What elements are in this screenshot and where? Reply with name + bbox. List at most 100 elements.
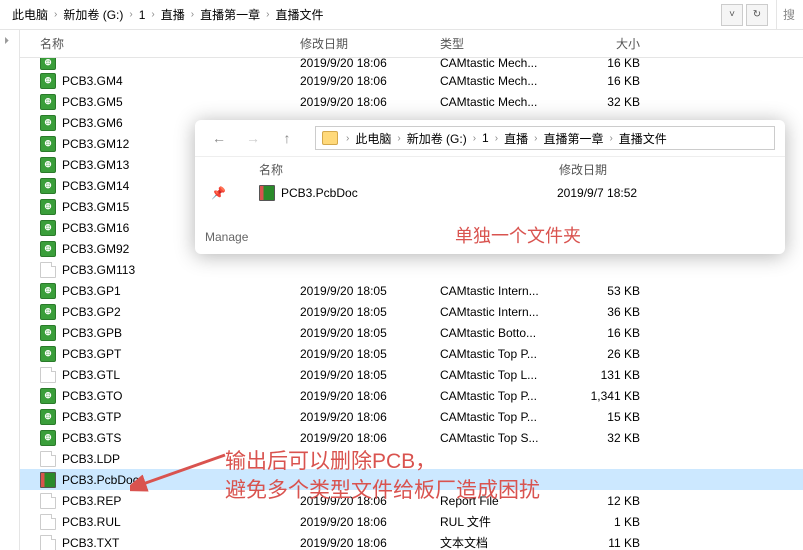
chevron-right-icon[interactable]: › <box>127 9 134 20</box>
file-row[interactable]: ⊕PCB3.GPB2019/9/20 18:05CAMtastic Botto.… <box>20 322 803 343</box>
file-type: CAMtastic Intern... <box>440 284 570 298</box>
file-icon: ⊕ <box>40 388 56 404</box>
file-date: 2019/9/20 18:06 <box>300 74 440 88</box>
tree-gutter[interactable] <box>0 30 20 550</box>
file-icon: ⊕ <box>40 178 56 194</box>
folder-icon <box>322 131 338 145</box>
file-type: CAMtastic Top P... <box>440 389 570 403</box>
chevron-right-icon[interactable]: › <box>52 9 59 20</box>
file-row[interactable]: PCB3.GM113 <box>20 259 803 280</box>
file-icon <box>40 514 56 530</box>
file-icon: ⊕ <box>40 58 56 70</box>
pin-icon[interactable]: 📌 <box>211 186 226 200</box>
nav-forward-button[interactable]: → <box>239 126 267 150</box>
file-icon: ⊕ <box>40 241 56 257</box>
file-size: 36 KB <box>570 305 650 319</box>
breadcrumb-item[interactable]: 此电脑 <box>8 6 52 23</box>
file-icon: ⊕ <box>40 304 56 320</box>
file-icon <box>40 262 56 278</box>
breadcrumb-item[interactable]: 直播第一章 <box>196 6 264 23</box>
file-row[interactable]: ⊕ PCB3.GM52019/9/20 18:06CAMtastic Mech..… <box>20 91 803 112</box>
file-icon <box>40 535 56 550</box>
file-row[interactable]: ⊕PCB3.GP12019/9/20 18:05CAMtastic Intern… <box>20 280 803 301</box>
file-name: PCB3.GM5 <box>62 95 300 109</box>
file-type: CAMtastic Mech... <box>440 74 570 88</box>
file-icon: ⊕ <box>40 94 56 110</box>
file-size: 26 KB <box>570 347 650 361</box>
file-row[interactable]: ⊕PCB3.GP22019/9/20 18:05CAMtastic Intern… <box>20 301 803 322</box>
overlay-col-date[interactable]: 修改日期 <box>559 161 679 178</box>
chevron-right-icon[interactable]: › <box>189 9 196 20</box>
file-size: 15 KB <box>570 410 650 424</box>
file-type: CAMtastic Top P... <box>440 410 570 424</box>
file-row[interactable]: ⊕PCB3.GTO2019/9/20 18:06CAMtastic Top P.… <box>20 385 803 406</box>
file-date: 2019/9/20 18:06 <box>300 536 440 550</box>
file-name: PCB3.GM4 <box>62 74 300 88</box>
file-size: 131 KB <box>570 368 650 382</box>
column-type[interactable]: 类型 <box>440 35 570 52</box>
search-hint[interactable]: 搜 <box>776 0 795 29</box>
chevron-right-icon[interactable]: › <box>149 9 156 20</box>
column-name[interactable]: 名称 <box>40 35 300 52</box>
file-type: CAMtastic Top P... <box>440 347 570 361</box>
file-icon: ⊕ <box>40 346 56 362</box>
chevron-right-icon[interactable]: › <box>264 9 271 20</box>
file-date: 2019/9/20 18:05 <box>300 347 440 361</box>
file-date: 2019/9/20 18:06 <box>300 410 440 424</box>
file-icon <box>40 451 56 467</box>
file-name: PCB3.GTP <box>62 410 300 424</box>
annotation-folder: 单独一个文件夹 <box>455 222 581 248</box>
breadcrumb: 此电脑 › 新加卷 (G:) › 1 › 直播 › 直播第一章 › 直播文件 ˅… <box>0 0 803 30</box>
file-name: PCB3.GM113 <box>62 263 300 277</box>
file-name: PCB3.TXT <box>62 536 300 550</box>
file-row[interactable]: ⊕PCB3.GPT2019/9/20 18:05CAMtastic Top P.… <box>20 343 803 364</box>
nav-back-button[interactable]: ← <box>205 126 233 150</box>
file-name: PCB3.RUL <box>62 515 300 529</box>
file-icon: ⊕ <box>40 283 56 299</box>
file-row[interactable]: PCB3.TXT2019/9/20 18:06文本文档11 KB <box>20 532 803 550</box>
file-row[interactable]: PCB3.GTL2019/9/20 18:05CAMtastic Top L..… <box>20 364 803 385</box>
file-date: 2019/9/20 18:06 <box>300 95 440 109</box>
overlay-col-name[interactable]: 名称 <box>259 161 559 178</box>
breadcrumb-item[interactable]: 1 <box>135 8 150 22</box>
column-size[interactable]: 大小 <box>570 35 650 52</box>
file-size: 1 KB <box>570 515 650 529</box>
overlay-breadcrumb[interactable]: › 此电脑› 新加卷 (G:)› 1› 直播› 直播第一章› 直播文件 <box>315 126 775 150</box>
file-row[interactable]: ⊕PCB3.GTP2019/9/20 18:06CAMtastic Top P.… <box>20 406 803 427</box>
file-date: 2019/9/20 18:06 <box>300 389 440 403</box>
file-size: 53 KB <box>570 284 650 298</box>
file-date: 2019/9/20 18:05 <box>300 368 440 382</box>
nav-up-button[interactable]: ↑ <box>273 126 301 150</box>
column-date[interactable]: 修改日期 <box>300 35 440 52</box>
file-date: 2019/9/20 18:05 <box>300 326 440 340</box>
file-icon: ⊕ <box>40 430 56 446</box>
breadcrumb-item[interactable]: 直播 <box>157 6 189 23</box>
manage-label: Manage <box>205 230 248 244</box>
file-type: CAMtastic Mech... <box>440 95 570 109</box>
file-name: PCB3.GPB <box>62 326 300 340</box>
dropdown-button[interactable]: ˅ <box>721 4 743 26</box>
overlay-file-date: 2019/9/7 18:52 <box>557 186 637 200</box>
breadcrumb-item[interactable]: 新加卷 (G:) <box>59 6 127 23</box>
file-date: 2019/9/20 18:06 <box>300 515 440 529</box>
overlay-file-row[interactable]: 📌 PCB3.PcbDoc 2019/9/7 18:52 <box>195 182 785 204</box>
file-icon: ⊕ <box>40 325 56 341</box>
annotation-main: 输出后可以删除PCB， 避免多个类型文件给板厂造成困扰 <box>225 447 540 506</box>
arrow-icon <box>130 445 230 495</box>
breadcrumb-item[interactable]: 直播文件 <box>271 6 327 23</box>
file-row[interactable]: PCB3.RUL2019/9/20 18:06RUL 文件1 KB <box>20 511 803 532</box>
column-headers: 名称 修改日期 类型 大小 <box>20 30 803 58</box>
file-icon: ⊕ <box>40 157 56 173</box>
file-icon <box>40 472 56 488</box>
refresh-button[interactable]: ↻ <box>746 4 768 26</box>
file-size: 16 KB <box>570 326 650 340</box>
file-size: 12 KB <box>570 494 650 508</box>
file-icon: ⊕ <box>40 220 56 236</box>
file-type: 文本文档 <box>440 534 570 550</box>
file-row[interactable]: ⊕PCB3.GM42019/9/20 18:06CAMtastic Mech..… <box>20 70 803 91</box>
file-size: 32 KB <box>570 431 650 445</box>
file-date: 2019/9/20 18:06 <box>300 431 440 445</box>
file-type: RUL 文件 <box>440 513 570 530</box>
file-icon <box>40 493 56 509</box>
file-size: 1,341 KB <box>570 389 650 403</box>
